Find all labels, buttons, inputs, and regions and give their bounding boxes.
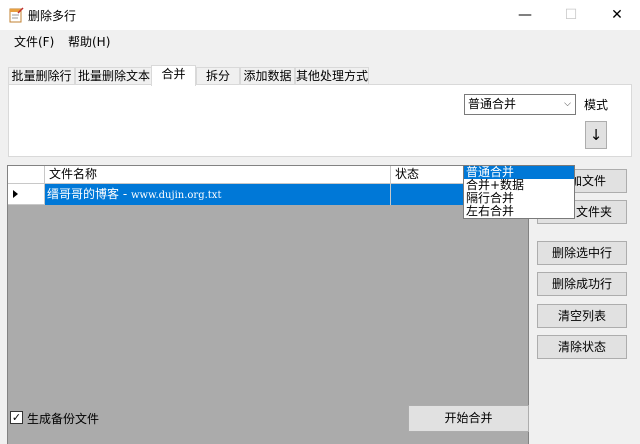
- menu-file[interactable]: 文件(F): [14, 33, 54, 50]
- tab-merge[interactable]: 合并: [151, 65, 196, 86]
- column-header-filename[interactable]: 文件名称: [45, 166, 391, 184]
- minimize-button[interactable]: —: [502, 0, 548, 30]
- menu-help[interactable]: 帮助(H): [68, 33, 110, 50]
- backup-checkbox[interactable]: ✓: [10, 411, 23, 424]
- mode-select-value: 普通合并: [468, 97, 517, 111]
- current-row-arrow-icon: [13, 190, 18, 198]
- mode-option-left-right[interactable]: 左右合并: [464, 205, 574, 218]
- mode-select[interactable]: 普通合并 ⌵: [464, 94, 576, 115]
- mode-label: 模式: [584, 98, 609, 112]
- start-merge-button[interactable]: 开始合并: [408, 405, 529, 432]
- tab-other-methods[interactable]: 其他处理方式: [295, 67, 369, 85]
- cell-filename-url: www.dujin.org.txt: [130, 190, 222, 201]
- merge-tab-page: 普通合并 ⌵ 模式 ↓: [8, 84, 632, 157]
- sort-down-button[interactable]: ↓: [585, 121, 607, 149]
- tab-batch-delete-text[interactable]: 批量删除文本: [75, 67, 153, 85]
- clear-list-button[interactable]: 清空列表: [537, 304, 627, 328]
- file-grid[interactable]: 文件名称 状态 缙哥哥的博客 - www.dujin.org.txt: [7, 165, 529, 444]
- window-title: 删除多行: [28, 9, 77, 23]
- title-bar: 删除多行 — ☐ ✕: [0, 0, 640, 30]
- tab-split[interactable]: 拆分: [196, 67, 240, 85]
- backup-label[interactable]: 生成备份文件: [27, 410, 99, 427]
- tab-batch-delete-lines[interactable]: 批量删除行: [8, 67, 75, 85]
- tab-add-data[interactable]: 添加数据: [240, 67, 295, 85]
- delete-success-button[interactable]: 删除成功行: [537, 272, 627, 296]
- chevron-down-icon: ⌵: [564, 99, 571, 109]
- row-header[interactable]: [8, 184, 45, 205]
- clear-status-button[interactable]: 清除状态: [537, 335, 627, 359]
- cell-filename-prefix: 缙哥哥的博客 -: [47, 187, 131, 201]
- row-header-corner: [8, 166, 45, 184]
- mode-dropdown-list: 普通合并 合并+数据 隔行合并 左右合并: [463, 165, 575, 219]
- grid-header: 文件名称 状态: [8, 166, 528, 184]
- client-area: 批量删除行 批量删除文本 合并 拆分 添加数据 其他处理方式 普通合并 ⌵ 模式…: [0, 52, 640, 444]
- menu-bar: 文件(F) 帮助(H): [0, 30, 640, 52]
- maximize-button: ☐: [564, 7, 578, 23]
- delete-selected-button[interactable]: 删除选中行: [537, 241, 627, 265]
- table-row[interactable]: 缙哥哥的博客 - www.dujin.org.txt: [8, 184, 528, 205]
- notepad-icon: [9, 7, 24, 23]
- cell-filename[interactable]: 缙哥哥的博客 - www.dujin.org.txt: [45, 184, 391, 205]
- close-button[interactable]: ✕: [594, 0, 640, 30]
